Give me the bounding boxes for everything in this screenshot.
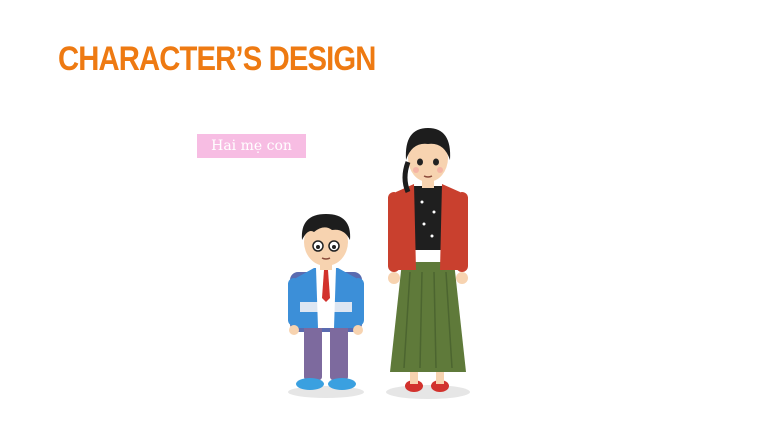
character-label: Hai mẹ con <box>197 134 306 158</box>
boy-illustration <box>288 214 364 398</box>
slide-title: CHARACTER’S DESIGN <box>58 40 376 78</box>
mother-illustration <box>386 128 470 399</box>
